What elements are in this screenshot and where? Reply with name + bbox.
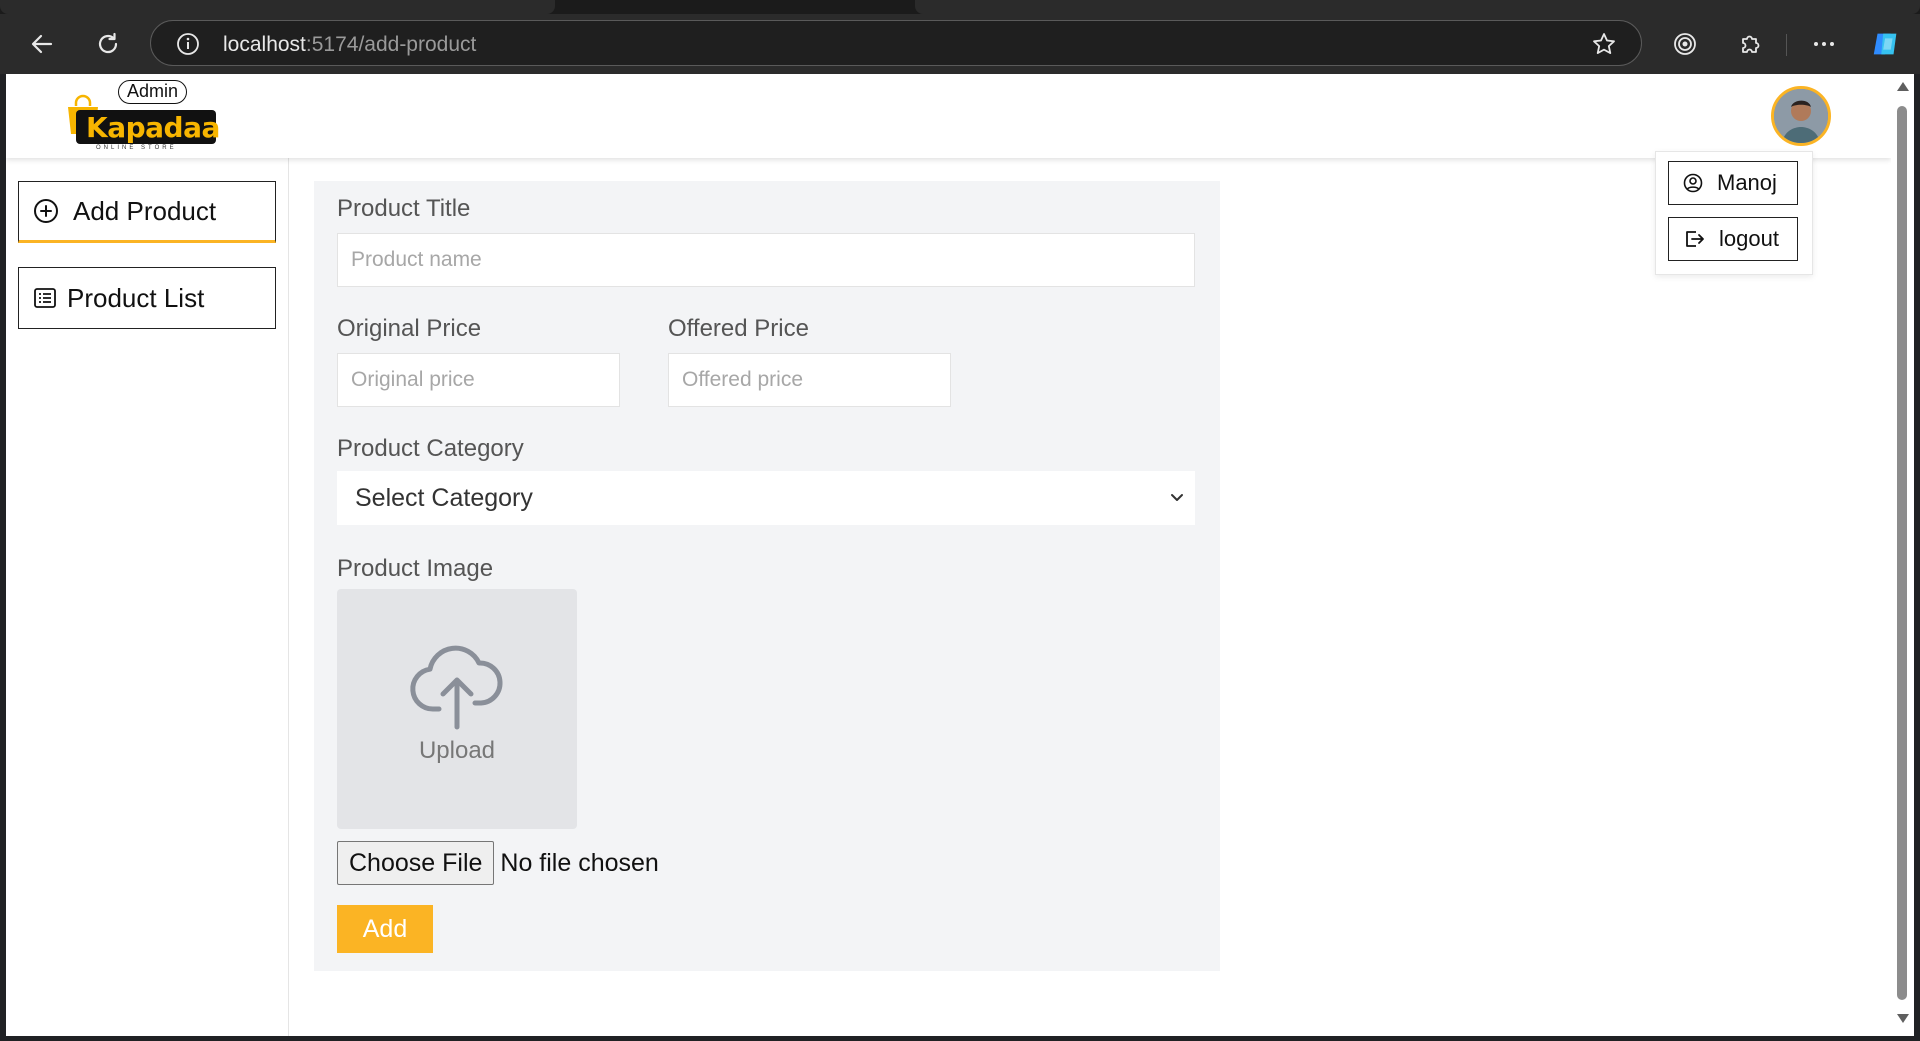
product-category-select[interactable]: Select Category <box>337 471 1195 525</box>
original-price-input[interactable]: Original price <box>337 353 620 407</box>
logo-wordmark: Kapadaa <box>76 110 220 144</box>
url-path: :5174/add-product <box>305 33 477 56</box>
browser-toolbar: localhost:5174/add-product <box>0 14 1920 74</box>
target-icon <box>1674 33 1696 55</box>
brand-logo[interactable]: Kapadaa Admin ONLINE STORE <box>66 80 221 152</box>
add-product-form: Product Title Product name Original Pric… <box>314 181 1220 971</box>
toolbar-divider <box>1786 34 1787 56</box>
sidebar-item-product-list[interactable]: Product List <box>18 267 276 329</box>
product-category-label: Product Category <box>337 435 524 462</box>
category-selected-value: Select Category <box>355 483 533 512</box>
product-title-input[interactable]: Product name <box>337 233 1195 287</box>
profile-name: Manoj <box>1717 170 1777 195</box>
puzzle-icon <box>1742 35 1760 53</box>
offered-price-label: Offered Price <box>668 315 809 342</box>
logo-text: Kapadaa <box>86 111 220 144</box>
admin-badge: Admin <box>118 80 188 104</box>
more-menu-button[interactable] <box>1808 28 1840 60</box>
favorite-star-icon[interactable] <box>1591 31 1617 57</box>
sidebar-item-add-product[interactable]: Add Product <box>18 181 276 243</box>
file-status-text: No file chosen <box>500 848 659 877</box>
url-host: localhost <box>223 33 306 56</box>
reload-icon <box>98 32 118 54</box>
user-circle-icon <box>1683 173 1703 193</box>
address-bar[interactable]: localhost:5174/add-product <box>150 20 1642 66</box>
page-scrollbar[interactable] <box>1891 74 1914 1036</box>
plus-circle-icon <box>33 198 59 224</box>
copilot-icon <box>1873 33 1897 55</box>
user-photo-icon <box>1774 89 1828 143</box>
inactive-tab[interactable] <box>915 0 1920 14</box>
scroll-up-arrow-icon[interactable] <box>1897 82 1909 91</box>
sidebar-item-label: Add Product <box>73 195 217 226</box>
logout-icon <box>1686 231 1704 247</box>
reload-button[interactable] <box>92 28 124 60</box>
sidebar: Add Product Product List <box>6 158 289 1036</box>
back-button[interactable] <box>26 28 58 60</box>
upload-label: Upload <box>418 737 496 764</box>
url-text: localhost:5174/add-product <box>223 33 476 57</box>
offered-price-input[interactable]: Offered price <box>668 353 951 407</box>
scroll-thumb[interactable] <box>1897 106 1907 1000</box>
tracking-button[interactable] <box>1669 28 1701 60</box>
logout-label: logout <box>1719 226 1779 251</box>
arrow-left-icon <box>31 34 53 54</box>
cloud-upload-icon <box>410 645 503 730</box>
user-dropdown-menu: Manoj logout <box>1655 151 1813 275</box>
page-viewport: Kapadaa Admin ONLINE STORE Manoj logout … <box>6 74 1891 1036</box>
extensions-button[interactable] <box>1735 28 1767 60</box>
copilot-button[interactable] <box>1870 28 1902 60</box>
choose-file-button[interactable]: Choose File <box>337 841 495 885</box>
tab-strip <box>0 0 1920 14</box>
avatar[interactable] <box>1771 86 1831 146</box>
app-header: Kapadaa Admin ONLINE STORE <box>6 74 1891 158</box>
file-input: Choose File No file chosen <box>337 841 659 885</box>
site-info-icon <box>177 33 199 55</box>
profile-button[interactable]: Manoj <box>1668 161 1798 205</box>
logout-button[interactable]: logout <box>1668 217 1798 261</box>
image-upload-area[interactable]: Upload <box>337 589 577 829</box>
more-dots-icon <box>1814 42 1834 46</box>
product-title-label: Product Title <box>337 195 471 222</box>
product-image-label: Product Image <box>337 555 494 582</box>
add-button[interactable]: Add <box>337 905 433 953</box>
chevron-down-icon <box>1171 494 1183 501</box>
original-price-label: Original Price <box>337 315 482 342</box>
sidebar-item-label: Product List <box>67 282 205 313</box>
scroll-down-arrow-icon[interactable] <box>1897 1014 1909 1023</box>
logo-subtext: ONLINE STORE <box>96 145 177 151</box>
list-icon <box>33 286 57 310</box>
active-tab[interactable] <box>0 0 555 14</box>
